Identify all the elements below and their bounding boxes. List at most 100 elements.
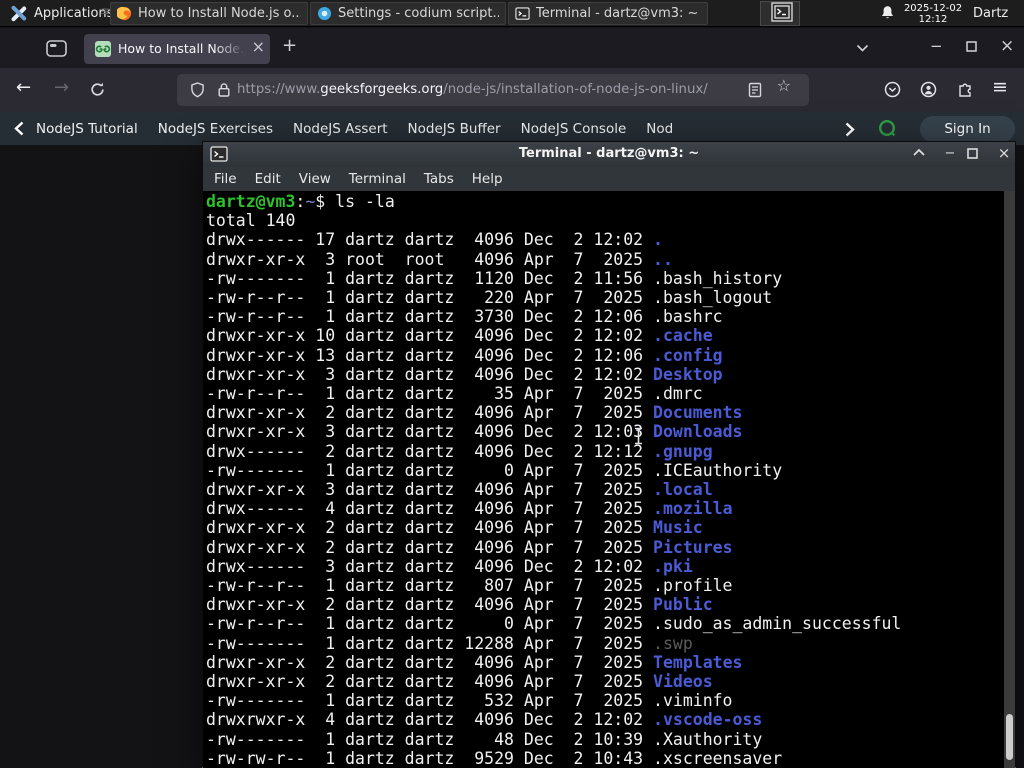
notification-bell-icon[interactable] xyxy=(880,5,895,21)
terminal-scrollbar[interactable] xyxy=(1004,191,1015,768)
terminal-line: drwxr-xr-x 2 dartz dartz 4096 Apr 7 2025… xyxy=(206,595,713,615)
terminal-menu-edit[interactable]: Edit xyxy=(255,171,281,187)
nav-item-nodejs-crypto[interactable]: NodeJS Crypto xyxy=(646,121,672,137)
tracking-shield-icon[interactable] xyxy=(190,82,205,98)
hamburger-menu-icon[interactable]: ≡ xyxy=(992,76,1008,98)
terminal-shade-button[interactable] xyxy=(913,148,933,156)
nav-forward-chevron-icon[interactable] xyxy=(845,122,855,137)
terminal-title: Terminal - dartz@vm3: ~ xyxy=(518,146,700,161)
list-tabs-chevron-icon[interactable] xyxy=(856,44,869,53)
extensions-icon[interactable] xyxy=(957,81,973,98)
terminal-line: drwxr-xr-x 10 dartz dartz 4096 Dec 2 12:… xyxy=(206,326,713,346)
terminal-line: -rw-r--r-- 1 dartz dartz 220 Apr 7 2025 … xyxy=(206,288,773,308)
lock-icon[interactable] xyxy=(217,82,231,98)
terminal-line: -rw-r--r-- 1 dartz dartz 0 Apr 7 2025 .s… xyxy=(206,614,902,634)
panel-clock[interactable]: 2025-12-02 12:12 xyxy=(901,3,965,25)
geeksforgeeks-favicon xyxy=(95,41,111,57)
tab-close-icon[interactable]: × xyxy=(252,37,265,56)
applications-icon xyxy=(10,5,27,22)
nav-back-chevron-icon[interactable] xyxy=(14,121,24,136)
terminal-menubar: File Edit View Terminal Tabs Help xyxy=(203,167,1015,191)
reader-view-icon[interactable] xyxy=(748,82,762,98)
terminal-line: total 140 xyxy=(206,211,296,231)
terminal-menu-file[interactable]: File xyxy=(214,171,237,187)
nav-item-nodejs-assert[interactable]: NodeJS Assert xyxy=(293,121,388,137)
url-host: geeksforgeeks.org xyxy=(320,82,444,97)
url-bar[interactable]: https://www.geeksforgeeks.org/node-js/in… xyxy=(177,74,809,106)
terminal-close-button[interactable]: × xyxy=(994,144,1014,162)
terminal-line: drwxr-xr-x 2 dartz dartz 4096 Apr 7 2025… xyxy=(206,403,743,423)
terminal-line: -rw------- 1 dartz dartz 1120 Dec 2 11:5… xyxy=(206,268,783,288)
terminal-line: -rw-r--r-- 1 dartz dartz 807 Apr 7 2025 … xyxy=(206,576,733,596)
terminal-menu-help[interactable]: Help xyxy=(472,171,503,187)
terminal-line: drwxr-xr-x 3 root root 4096 Apr 7 2025 .… xyxy=(206,249,673,269)
terminal-line: -rw------- 1 dartz dartz 0 Apr 7 2025 .I… xyxy=(206,460,783,480)
panel-username: Dartz xyxy=(973,6,1009,21)
terminal-line: -rw------- 1 dartz dartz 12288 Apr 7 202… xyxy=(206,633,693,653)
window-maximize-button[interactable] xyxy=(966,41,977,52)
top-panel: Applications ≡ How to Install Node.js o.… xyxy=(0,0,1024,27)
nav-item-nodejs-buffer[interactable]: NodeJS Buffer xyxy=(408,121,501,137)
terminal-scrollbar-thumb[interactable] xyxy=(1006,714,1013,760)
taskbar-button-label: Terminal - dartz@vm3: ~ xyxy=(536,6,699,21)
terminal-line: drwx------ 4 dartz dartz 4096 Apr 7 2025… xyxy=(206,499,733,519)
nav-item-nodejs-console[interactable]: NodeJS Console xyxy=(521,121,627,137)
terminal-line: -rw-r--r-- 1 dartz dartz 35 Apr 7 2025 .… xyxy=(206,384,703,404)
terminal-line: drwxr-xr-x 2 dartz dartz 4096 Apr 7 2025… xyxy=(206,672,713,692)
terminal-tray-button[interactable] xyxy=(760,1,800,26)
nav-item-nodejs-tutorial[interactable]: NodeJS Tutorial xyxy=(36,121,138,137)
terminal-menu-view[interactable]: View xyxy=(299,171,331,187)
url-text: https://www.geeksforgeeks.org/node-js/in… xyxy=(237,82,708,97)
terminal-menu-terminal[interactable]: Terminal xyxy=(349,171,406,187)
terminal-minimize-button[interactable]: − xyxy=(940,146,960,161)
tab-title: How to Install Node.js on xyxy=(118,41,246,56)
terminal-line: drwxr-xr-x 3 dartz dartz 4096 Dec 2 12:0… xyxy=(206,422,743,442)
sign-in-button[interactable]: Sign In xyxy=(920,116,1015,142)
terminal-icon xyxy=(515,6,530,21)
terminal-line: drwx------ 3 dartz dartz 4096 Dec 2 12:0… xyxy=(206,556,693,576)
account-icon[interactable] xyxy=(920,81,937,98)
terminal-line: -rw------- 1 dartz dartz 532 Apr 7 2025 … xyxy=(206,691,733,711)
taskbar-button-label: Settings - codium script... xyxy=(338,6,499,21)
taskbar-button-label: How to Install Node.js o... xyxy=(138,6,301,21)
browser-tab-bar: How to Install Node.js on × + − × xyxy=(0,28,1024,68)
terminal-line: drwxrwxr-x 4 dartz dartz 4096 Dec 2 12:0… xyxy=(206,710,763,730)
terminal-line: drwx------ 2 dartz dartz 4096 Dec 2 12:1… xyxy=(206,441,713,461)
forward-button[interactable]: → xyxy=(54,77,69,98)
terminal-line: -rw-r--r-- 1 dartz dartz 3730 Dec 2 12:0… xyxy=(206,307,723,327)
back-button[interactable]: ← xyxy=(16,77,31,98)
taskbar-button[interactable]: Terminal - dartz@vm3: ~ xyxy=(508,2,708,25)
panel-date: 2025-12-02 xyxy=(903,3,963,14)
terminal-output: dartz@vm3:~$ ls -la total 140 drwx------ 1… xyxy=(203,191,1015,768)
mouse-cursor xyxy=(633,427,644,445)
new-tab-button[interactable]: + xyxy=(282,35,297,56)
browser-tab[interactable]: How to Install Node.js on × xyxy=(84,34,270,64)
terminal-line: dartz@vm3:~$ ls -la xyxy=(206,192,395,211)
terminal-line: drwxr-xr-x 2 dartz dartz 4096 Apr 7 2025… xyxy=(206,518,703,538)
terminal-line: drwxr-xr-x 3 dartz dartz 4096 Dec 2 12:0… xyxy=(206,364,723,384)
bookmark-star-icon[interactable]: ☆ xyxy=(777,76,791,95)
terminal-line: drwxr-xr-x 3 dartz dartz 4096 Apr 7 2025… xyxy=(206,480,713,500)
search-icon[interactable] xyxy=(878,119,897,138)
taskbar-button[interactable]: How to Install Node.js o... xyxy=(110,2,308,25)
terminal-content[interactable]: dartz@vm3:~$ ls -la total 140 drwx------ 1… xyxy=(203,191,1015,768)
codium-icon xyxy=(317,6,332,21)
reload-icon[interactable] xyxy=(89,81,106,98)
terminal-line: -rw------- 1 dartz dartz 48 Dec 2 10:39 … xyxy=(206,729,763,749)
pocket-icon[interactable] xyxy=(884,81,901,98)
terminal-maximize-button[interactable] xyxy=(967,148,987,159)
terminal-line: -rw-rw-r-- 1 dartz dartz 9529 Dec 2 10:4… xyxy=(206,748,783,768)
browser-toolbar: ← → https://www.geeksforgeeks.org/node-j… xyxy=(0,68,1024,112)
window-minimize-button[interactable]: − xyxy=(930,37,943,55)
terminal-menu-tabs[interactable]: Tabs xyxy=(424,171,454,187)
firefox-view-icon[interactable] xyxy=(46,40,67,57)
terminal-line: drwxr-xr-x 2 dartz dartz 4096 Apr 7 2025… xyxy=(206,652,743,672)
taskbar-button[interactable]: Settings - codium script... xyxy=(310,2,506,25)
terminal-line: drwxr-xr-x 13 dartz dartz 4096 Dec 2 12:… xyxy=(206,345,723,365)
firefox-icon xyxy=(117,6,132,21)
terminal-titlebar[interactable]: Terminal - dartz@vm3: ~ − × xyxy=(203,142,1015,167)
panel-time: 12:12 xyxy=(918,14,948,25)
nav-item-nodejs-exercises[interactable]: NodeJS Exercises xyxy=(158,121,273,137)
terminal-line: drwx------ 17 dartz dartz 4096 Dec 2 12:… xyxy=(206,230,663,250)
window-close-button[interactable]: × xyxy=(1000,36,1014,56)
